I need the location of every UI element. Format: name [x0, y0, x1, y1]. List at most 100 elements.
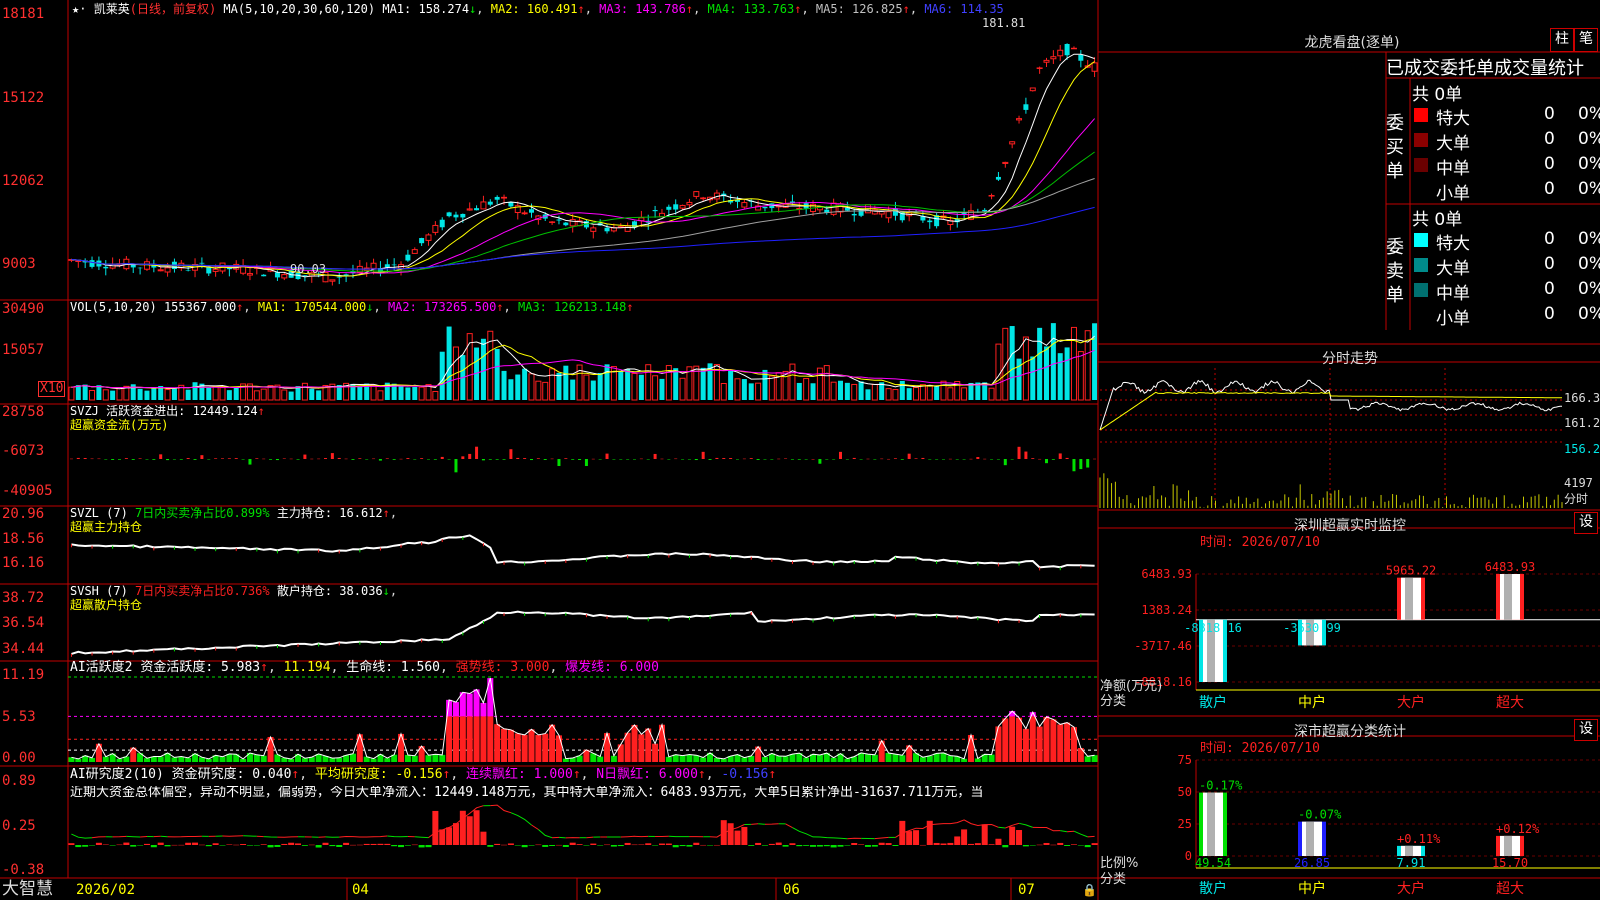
volume-bar-up — [116, 387, 123, 401]
ma1-value: MA1: 158.274 — [382, 2, 470, 16]
volume-bar-down — [1092, 323, 1098, 400]
flow-bar — [921, 457, 925, 459]
buy-n: 0 — [1544, 129, 1555, 149]
flow-bar — [935, 459, 939, 460]
flow-bar — [275, 459, 279, 461]
research-bar — [398, 845, 405, 848]
research-bar — [377, 843, 384, 845]
date-label-jun: 06 — [783, 882, 800, 898]
ai-lifeline: 生命线: 1.560 — [346, 660, 441, 675]
research-bar — [583, 845, 590, 846]
monitor-category-label: 超大 — [1496, 695, 1524, 711]
low-price-label: 90.03 — [290, 262, 327, 276]
research-bar — [961, 829, 968, 845]
sz-monitor-settings-button[interactable]: 设 — [1574, 512, 1598, 534]
research-avg-line — [558, 836, 566, 839]
volume-bar-down — [1064, 347, 1070, 400]
ma5-value: MA5: 126.825 — [815, 2, 903, 16]
svzj-title: SVZJ — [70, 404, 99, 418]
flow-bar — [1065, 457, 1069, 459]
color-swatch — [1414, 283, 1428, 297]
volume-bar-down — [82, 384, 88, 400]
volume-bar-down — [1009, 326, 1015, 400]
svsh-tick-2: 36.54 — [2, 615, 45, 631]
volume-bar-down — [522, 368, 528, 400]
flow-bar — [612, 459, 616, 460]
sell-orders-label: 委卖单 — [1386, 237, 1404, 306]
volume-bar-down — [1037, 327, 1043, 400]
high-price-label: 181.81 — [982, 16, 1026, 30]
volume-bar-up — [830, 381, 837, 401]
research-bar — [473, 810, 480, 845]
vol-unit-badge[interactable]: X10 — [38, 381, 66, 397]
sz-stats-settings-button[interactable]: 设 — [1574, 719, 1598, 741]
activity-bar-burst — [466, 693, 473, 717]
research-bar — [617, 845, 624, 847]
flow-bar — [365, 459, 369, 460]
research-bar — [240, 844, 247, 845]
flow-bar — [69, 458, 73, 460]
stock-name[interactable]: 凯莱英 — [94, 2, 130, 16]
bar-mode-button[interactable]: 柱 — [1550, 28, 1574, 52]
flow-bar — [1072, 459, 1076, 472]
flow-bar — [962, 459, 966, 460]
research-avg-line — [764, 823, 779, 825]
sell-n: 0 — [1544, 254, 1555, 274]
activity-bar — [260, 755, 267, 762]
intraday-title: 分时走势 — [1322, 351, 1378, 367]
volume-bar-up — [89, 389, 96, 401]
activity-bar — [679, 755, 686, 762]
flow-bar — [598, 459, 602, 460]
flow-bar — [378, 459, 382, 461]
research-bar — [988, 844, 995, 845]
intraday-price-line — [1099, 379, 1563, 431]
volume-bar-down — [1030, 356, 1036, 400]
research-avg-line — [414, 836, 429, 839]
buy-p: 0% — [1578, 179, 1600, 199]
stats-value-label: 15.70 — [1492, 856, 1528, 870]
monitor-category-label: 中户 — [1298, 694, 1326, 711]
activity-bar — [356, 734, 363, 762]
candle-body-down — [762, 206, 768, 209]
sz-stats-ylabel: 比例% — [1100, 856, 1139, 871]
price-tick-1: 18181 — [2, 6, 45, 22]
research-avg-line — [1087, 835, 1095, 838]
research-bar — [501, 844, 508, 846]
candle-body-up — [501, 196, 508, 199]
research-bar — [82, 845, 89, 847]
research-bar — [343, 842, 350, 845]
activity-bar — [844, 758, 851, 762]
research-bar — [446, 827, 453, 845]
volume-bar-down — [570, 379, 576, 400]
research-avg-line — [91, 836, 106, 839]
candle-body-up — [466, 208, 473, 211]
volume-bar-down — [288, 391, 294, 400]
ai-active-arrow: ↑ — [260, 660, 268, 675]
research-bar — [789, 843, 796, 845]
chart-mode[interactable]: (日线，前复权) — [130, 2, 216, 16]
research-bar — [569, 842, 576, 845]
sell-name: 特大 — [1436, 234, 1470, 254]
svzl-tick-1: 20.96 — [2, 506, 45, 522]
flow-bar — [687, 459, 691, 460]
chart-canvas[interactable]: 6483.931383.24-3717.46-8818.16-8818.16散户… — [0, 0, 1600, 900]
activity-bar — [1050, 719, 1057, 762]
tick-mode-button[interactable]: 笔 — [1574, 28, 1598, 52]
stats-category-label: 中户 — [1298, 880, 1326, 897]
volume-bar-down — [741, 379, 747, 400]
vol-value: 155367.000 — [163, 300, 237, 314]
activity-bar — [967, 734, 974, 762]
candle-body-up — [741, 202, 748, 208]
lock-icon[interactable]: 🔒 — [1082, 883, 1097, 897]
ai-research-tick-3: -0.38 — [2, 862, 45, 878]
flow-bar — [221, 458, 224, 459]
flow-bar — [104, 459, 108, 460]
sz-monitor-title: 深圳超赢实时监控 — [1294, 518, 1406, 534]
ai-active-tick-3: 0.00 — [2, 750, 36, 766]
sell-p: 0% — [1578, 229, 1600, 249]
flow-bar — [571, 459, 575, 460]
ma3-value: MA3: 143.786 — [599, 2, 686, 16]
activity-bar — [102, 756, 109, 762]
buy-name: 大单 — [1436, 134, 1470, 154]
volume-bar-up — [631, 373, 638, 401]
